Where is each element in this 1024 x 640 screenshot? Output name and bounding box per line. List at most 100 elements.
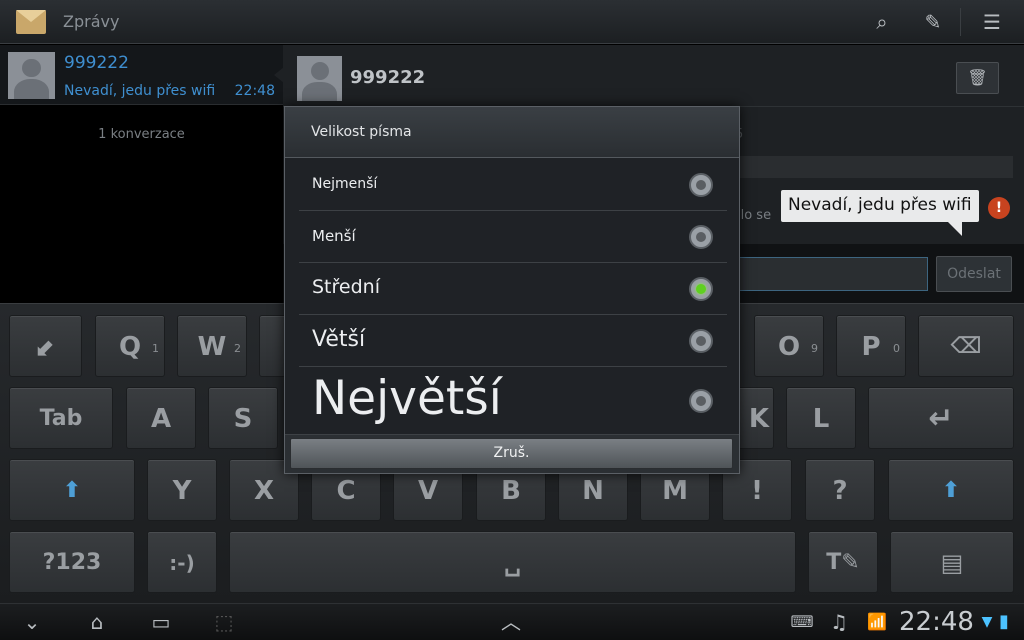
option-largest[interactable]: Největší [299, 367, 727, 433]
conversation-snippet: Nevadí, jedu přes wifi [64, 83, 216, 99]
handwriting-icon: T✎ [826, 550, 860, 575]
clipboard-icon: ▤ [940, 549, 964, 577]
key-label: K [748, 404, 769, 434]
dialog-title-bar: Velikost písma [285, 107, 739, 158]
screenshot-icon[interactable]: ⬚ [210, 610, 238, 634]
menu-icon[interactable]: ☰ [978, 9, 1006, 35]
key-label: :-) [169, 551, 195, 575]
key-backspace[interactable]: ⌫ [918, 315, 1014, 377]
search-icon[interactable]: ⌕ [868, 9, 896, 35]
conversation-time: 22:48 [234, 83, 275, 99]
key-k[interactable]: K [736, 387, 774, 449]
recent-apps-icon[interactable]: ▭ [146, 610, 176, 634]
radio-button[interactable] [689, 329, 713, 353]
key-label: Tab [39, 406, 83, 431]
conversation-name: 999222 [64, 53, 129, 73]
key-a[interactable]: A [126, 387, 196, 449]
message-input[interactable] [738, 257, 928, 291]
key-y[interactable]: Y [147, 459, 217, 521]
key-question[interactable]: ? [805, 459, 875, 521]
dialog-title: Velikost písma [311, 124, 412, 140]
key-space[interactable]: ␣ [229, 531, 796, 593]
key-label: O [777, 332, 801, 362]
option-label: Menší [312, 227, 356, 245]
back-icon[interactable]: ⌄ [18, 610, 46, 634]
key-label: C [336, 476, 356, 506]
key-tab[interactable]: Tab [9, 387, 113, 449]
cancel-button[interactable]: Zruš. [290, 438, 733, 469]
key-sub: 0 [893, 342, 900, 355]
key-label: V [417, 476, 439, 506]
option-smaller[interactable]: Menší [299, 211, 727, 263]
music-icon: ♫ [830, 610, 848, 634]
key-shift-right[interactable]: ⬆ [888, 459, 1014, 521]
contact-avatar[interactable] [297, 56, 342, 101]
message-bubble[interactable]: Nevadí, jedu přes wifi [781, 190, 979, 222]
key-label: ? [832, 476, 848, 506]
key-sub: 1 [152, 342, 159, 355]
conversation-list: 999222 Nevadí, jedu přes wifi 22:48 1 ko… [0, 45, 284, 303]
key-sub: 2 [234, 342, 241, 355]
radio-button[interactable] [689, 225, 713, 249]
font-size-dialog: Velikost písma Nejmenší Menší Střední Vě… [284, 106, 740, 474]
keyboard-icon: ⌨ [790, 612, 814, 631]
thread-header: 999222 🗑 [283, 45, 1024, 107]
key-label: W [197, 332, 227, 362]
key-clipboard[interactable]: ▤ [890, 531, 1014, 593]
key-label: B [501, 476, 521, 506]
trash-icon: 🗑 [967, 68, 988, 87]
option-label: Nejmenší [312, 176, 378, 192]
space-icon: ␣ [503, 549, 522, 577]
option-medium[interactable]: Střední [299, 263, 727, 315]
enter-icon: ↵ [928, 401, 954, 436]
radio-button-checked[interactable] [689, 277, 713, 301]
key-w[interactable]: W2 [177, 315, 247, 377]
key-label: N [582, 476, 604, 506]
key-smiley[interactable]: :-) [147, 531, 217, 593]
home-icon[interactable]: ⌂ [80, 610, 114, 634]
option-label: Největší [312, 371, 502, 426]
key-q[interactable]: Q1 [95, 315, 165, 377]
key-label: M [662, 476, 688, 506]
faded-status-text: ilo se [737, 208, 772, 223]
key-resize[interactable]: ⬋ [9, 315, 82, 377]
thread-divider-bar [738, 156, 1013, 178]
radio-button[interactable] [689, 389, 713, 413]
key-label: ?123 [42, 550, 102, 575]
send-button[interactable]: Odeslat [936, 256, 1012, 292]
error-icon[interactable]: ! [988, 197, 1010, 219]
key-label: ! [751, 476, 763, 506]
shift-icon: ⬆ [941, 478, 961, 503]
key-l[interactable]: L [786, 387, 856, 449]
key-shift-left[interactable]: ⬆ [9, 459, 135, 521]
dialog-footer: Zruš. [285, 434, 739, 473]
key-p[interactable]: P0 [836, 315, 906, 377]
option-label: Střední [312, 276, 380, 298]
messages-app-icon[interactable] [16, 10, 46, 34]
app-title: Zprávy [63, 12, 120, 31]
key-symbols[interactable]: ?123 [9, 531, 135, 593]
conversation-item[interactable]: 999222 Nevadí, jedu přes wifi 22:48 [0, 45, 284, 105]
battery-icon: ▮ [999, 611, 1009, 632]
key-sub: 9 [811, 342, 818, 355]
radio-button[interactable] [689, 173, 713, 197]
key-label: Y [172, 476, 192, 506]
key-label: P [861, 332, 881, 362]
key-handwriting[interactable]: T✎ [808, 531, 878, 593]
key-label: L [812, 404, 830, 434]
action-bar: Zprávy ⌕ ✎ ☰ [0, 0, 1024, 44]
key-s[interactable]: S [208, 387, 278, 449]
option-label: Větší [312, 327, 366, 352]
backspace-icon: ⌫ [950, 334, 982, 359]
signal-icon: ▼ [981, 614, 993, 630]
option-larger[interactable]: Větší [299, 315, 727, 367]
key-label: A [150, 404, 172, 434]
key-o[interactable]: O9 [754, 315, 824, 377]
delete-thread-button[interactable]: 🗑 [956, 62, 999, 94]
bubble-tail [948, 222, 962, 236]
compose-icon[interactable]: ✎ [919, 9, 947, 35]
chevron-up-icon[interactable]: ︿ [496, 610, 526, 634]
key-label: X [253, 476, 275, 506]
option-smallest[interactable]: Nejmenší [299, 159, 727, 211]
key-enter[interactable]: ↵ [868, 387, 1014, 449]
